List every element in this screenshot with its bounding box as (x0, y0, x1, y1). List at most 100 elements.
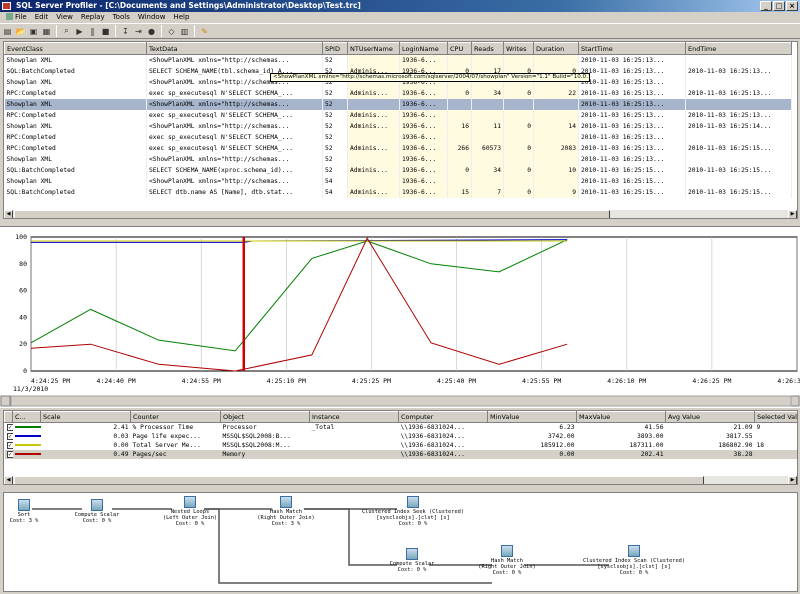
trace-cell: 1936-6... (399, 175, 448, 187)
counter-checkbox[interactable]: ✓ (4, 449, 13, 459)
counter-color-swatch (13, 432, 41, 441)
scroll-left-icon[interactable]: ◀ (4, 476, 13, 484)
plan-node-compute-scalar[interactable]: Compute Scalar Cost: 0 % (72, 499, 122, 524)
trace-cell: 2010-11-03 16:25:13... (578, 54, 686, 66)
counter-row[interactable]: ✓ 0.49 Pages/sec Memory \\1936-6831024... 0.0… (4, 449, 797, 459)
counter-checkbox[interactable]: ✓ (5, 432, 13, 441)
counter-column-header[interactable]: Object (220, 411, 310, 423)
counter-sel-cell (755, 432, 798, 441)
plan-node-clustered-index-scan[interactable]: Clustered Index Scan (Clustered) [syscls… (572, 545, 696, 576)
trace-column-header[interactable]: LoginName (399, 42, 448, 55)
menu-tools[interactable]: Tools (109, 12, 134, 23)
counter-row[interactable]: ✓ 0.03 Page life expec... MSSQL$SQL2008:B..… (5, 432, 798, 441)
scroll-right-icon[interactable]: ▶ (788, 476, 797, 484)
plan-node-nested-loops[interactable]: Nested Loops (Left Outer Join) Cost: 0 % (158, 496, 222, 527)
trace-row[interactable]: RPC:Completed exec sp_executesql N'SELECT… (4, 131, 792, 143)
counter-row[interactable]: ✓ 0.00 Total Server Me... MSSQL$SQL2008:M..… (5, 441, 798, 450)
menu-view[interactable]: View (52, 12, 77, 23)
counter-column-header[interactable]: C... (12, 411, 41, 423)
menu-file[interactable]: File (2, 12, 31, 23)
counter-column-header[interactable] (4, 411, 13, 423)
trace-column-header[interactable]: EventClass (4, 42, 147, 55)
counter-column-header[interactable]: Selected Valu (754, 411, 797, 423)
trace-cell: 2010-11-03 16:25:13... (578, 120, 686, 132)
counter-object-cell: Memory (220, 449, 310, 459)
menu-window[interactable]: Window (134, 12, 170, 23)
counter-row[interactable]: ✓ 2.41% Processor Time Processor _Total \\19… (5, 423, 798, 432)
trace-row[interactable]: Showplan XML <ShowPlanXML xmlns="http://s… (4, 98, 792, 110)
perfmon-chart[interactable]: 4:24:25 PM 4:24:40 PM 4:24:55 PM 4:25:10 PM… (0, 227, 800, 409)
trace-row[interactable]: SQL:BatchCompleted SELECT dtb.name AS [Na… (4, 186, 792, 198)
maximize-button[interactable]: □ (773, 1, 785, 11)
counter-computer-cell: \\1936-6831024... (400, 432, 465, 440)
counter-column-header[interactable]: Counter (130, 411, 221, 423)
trace-row[interactable]: RPC:Completed exec sp_executesql N'SELECT… (4, 87, 792, 99)
trace-column-header[interactable]: SPID (322, 42, 348, 55)
trace-cell: Showplan XML (4, 76, 147, 88)
counter-column-header[interactable]: MinValue (487, 411, 577, 423)
close-button[interactable]: × (786, 1, 798, 11)
stop-icon[interactable]: ■ (100, 26, 111, 37)
scroll-right-icon[interactable]: ▶ (788, 210, 797, 218)
counter-computer-cell: \\1936-6831024... (400, 423, 465, 431)
counter-color-swatch (13, 423, 41, 432)
trace-column-header[interactable]: CPU (447, 42, 472, 55)
open-icon[interactable]: 📂 (15, 26, 26, 37)
trace-row[interactable]: Showplan XML <ShowPlanXML xmlns="http://s… (4, 175, 792, 187)
plan-node-sort[interactable]: Sort Cost: 3 % (6, 499, 42, 524)
help-icon[interactable]: ✎ (199, 26, 210, 37)
trace-row[interactable]: RPC:Completed exec sp_executesql N'SELECT… (4, 109, 792, 121)
counter-avg-cell: 186802.90 (718, 441, 753, 449)
trace-column-header[interactable]: StartTime (578, 42, 686, 55)
trace-row[interactable]: Showplan XML <ShowPlanXML xmlns="http://s… (4, 54, 792, 66)
properties-icon[interactable]: ▦ (41, 26, 52, 37)
scroll-left-icon[interactable]: ◀ (4, 210, 13, 218)
trace-column-header[interactable]: EndTime (685, 42, 792, 55)
plan-node-hash-match[interactable]: Hash Match (Right Outer Join) Cost: 3 % (254, 496, 318, 527)
trace-cell: 7 (471, 186, 504, 198)
trace-column-header[interactable]: TextData (146, 42, 323, 55)
plan-node-hash-match-2[interactable]: Hash Match (Right Outer Join) Cost: 0 % (474, 545, 540, 576)
step-icon[interactable]: ↧ (120, 26, 131, 37)
counter-column-header[interactable]: Scale (40, 411, 131, 423)
save-icon[interactable]: ▣ (28, 26, 39, 37)
trace-column-header[interactable]: Writes (503, 42, 534, 55)
counter-min-cell: 185912.00 (540, 441, 575, 449)
options-icon[interactable]: ▥ (179, 26, 190, 37)
counter-column-header[interactable]: Avg Value (665, 411, 755, 423)
trace-cell: 2010-11-03 16:25:13... (578, 131, 686, 143)
trace-column-header[interactable]: Duration (533, 42, 579, 55)
counters-horizontal-scrollbar[interactable]: ◀ ▶ (4, 475, 797, 484)
plan-node-clustered-index-seek[interactable]: Clustered Index Seek (Clustered) [syscls… (354, 496, 472, 527)
menu-help[interactable]: Help (169, 12, 193, 23)
counter-column-header[interactable]: MaxValue (576, 411, 666, 423)
clear-icon[interactable]: ◇ (166, 26, 177, 37)
start-icon[interactable]: ▶ (74, 26, 85, 37)
counter-column-header[interactable]: Instance (309, 411, 399, 423)
trace-cell: 2010-11-03 16:25:15... (578, 164, 686, 176)
trace-column-header[interactable]: NTUserName (347, 42, 400, 55)
counter-column-header[interactable]: Computer (398, 411, 488, 423)
trace-cell (471, 98, 504, 110)
trace-row[interactable]: Showplan XML <ShowPlanXML xmlns="http://s… (4, 120, 792, 132)
counter-checkbox[interactable]: ✓ (5, 441, 13, 450)
new-trace-icon[interactable]: ▤ (2, 26, 13, 37)
trace-column-header[interactable]: Reads (471, 42, 504, 55)
run-to-cursor-icon[interactable]: ⇥ (133, 26, 144, 37)
trace-row[interactable]: RPC:Completed exec sp_executesql N'SELECT… (4, 142, 792, 154)
trace-cell: 1936-6... (399, 120, 448, 132)
trace-horizontal-scrollbar[interactable]: ◀ ▶ (4, 209, 797, 218)
menu-replay[interactable]: Replay (77, 12, 109, 23)
counter-checkbox[interactable]: ✓ (5, 423, 13, 432)
pause-icon[interactable]: ‖ (87, 26, 98, 37)
menu-bar: File Edit View Replay Tools Window Help (0, 12, 800, 23)
plan-node-compute-scalar-2[interactable]: Compute Scalar Cost: 0 % (384, 548, 440, 573)
breakpoint-icon[interactable]: ● (146, 26, 157, 37)
find-icon[interactable]: ⌕ (61, 26, 72, 37)
counter-instance-cell: _Total (311, 423, 335, 431)
trace-row[interactable]: SQL:BatchCompleted SELECT SCHEMA_NAME(xpr… (4, 164, 792, 176)
minimize-button[interactable]: _ (760, 1, 772, 11)
trace-row[interactable]: Showplan XML <ShowPlanXML xmlns="http://s… (4, 153, 792, 165)
menu-edit[interactable]: Edit (31, 12, 53, 23)
trace-cell: 52 (322, 98, 348, 110)
